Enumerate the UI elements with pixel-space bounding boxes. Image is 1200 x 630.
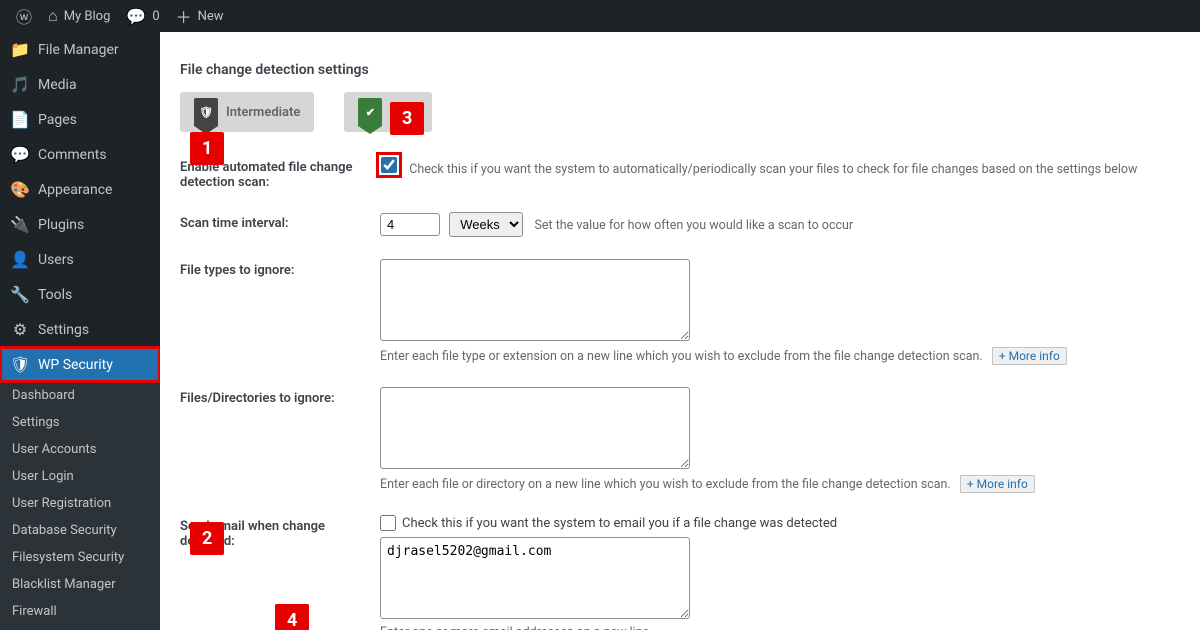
page-icon: 📄 <box>10 110 30 129</box>
section-title: File change detection settings <box>180 62 1180 78</box>
site-name[interactable]: ⌂ My Blog <box>40 0 118 32</box>
filetypes-desc: Enter each file type or extension on a n… <box>380 349 983 364</box>
email-label: Send email when change detected: <box>180 515 380 549</box>
sub-blacklist-manager[interactable]: Blacklist Manager <box>0 571 160 598</box>
home-icon: ⌂ <box>48 6 58 26</box>
sub-firewall[interactable]: Firewall <box>0 598 160 625</box>
badge-score: ✔ 0/20 <box>344 92 431 132</box>
badge-level: 🛡 Intermediate <box>180 92 314 132</box>
admin-sidebar: 📁 File Manager 🎵 Media 📄 Pages 💬 Comments 🎨 A… <box>0 32 160 630</box>
shield-green-icon: ✔ <box>358 98 382 126</box>
menu-comments[interactable]: 💬 Comments <box>0 137 160 172</box>
wordpress-icon: ⓦ <box>16 4 32 28</box>
sub-user-registration[interactable]: User Registration <box>0 490 160 517</box>
email-cb-label: Check this if you want the system to ema… <box>402 516 837 531</box>
menu-label: Comments <box>38 147 107 163</box>
sub-settings[interactable]: Settings <box>0 409 160 436</box>
row-email: Send email when change detected: Check t… <box>180 515 1180 630</box>
filetypes-textarea[interactable] <box>380 259 690 341</box>
row-scan-interval: Scan time interval: Weeks Set the value … <box>180 212 1180 237</box>
gear-icon: ⚙ <box>10 320 30 339</box>
interval-input[interactable] <box>380 213 440 236</box>
menu-media[interactable]: 🎵 Media <box>0 67 160 102</box>
menu-label: File Manager <box>38 42 119 58</box>
enable-scan-desc: Check this if you want the system to aut… <box>409 162 1137 177</box>
menu-label: Appearance <box>38 182 112 198</box>
media-icon: 🎵 <box>10 75 30 94</box>
menu-file-manager[interactable]: 📁 File Manager <box>0 32 160 67</box>
menu-label: WP Security <box>38 357 113 373</box>
dirs-desc: Enter each file or directory on a new li… <box>380 477 951 492</box>
user-icon: 👤 <box>10 250 30 269</box>
comments-link[interactable]: 💬0 <box>118 0 167 32</box>
dirs-more-info[interactable]: + More info <box>960 475 1035 493</box>
brush-icon: 🎨 <box>10 180 30 199</box>
menu-users[interactable]: 👤 Users <box>0 242 160 277</box>
filetypes-label: File types to ignore: <box>180 259 380 278</box>
wrench-icon: 🔧 <box>10 285 30 304</box>
menu-tools[interactable]: 🔧 Tools <box>0 277 160 312</box>
sub-user-login[interactable]: User Login <box>0 463 160 490</box>
shield-icon: 🛡 <box>10 355 30 374</box>
row-filetypes: File types to ignore: Enter each file ty… <box>180 259 1180 365</box>
menu-settings[interactable]: ⚙ Settings <box>0 312 160 347</box>
security-badges: 🛡 Intermediate ✔ 0/20 <box>180 92 1180 132</box>
plus-icon: ＋ <box>176 4 192 28</box>
menu-wp-security[interactable]: 🛡 WP Security <box>0 347 160 382</box>
shield-grey-icon: 🛡 <box>194 98 218 126</box>
badge-level-text: Intermediate <box>226 105 300 120</box>
interval-label: Scan time interval: <box>180 212 380 231</box>
badge-score-text: 0/20 <box>390 105 417 120</box>
row-dirs: Files/Directories to ignore: Enter each … <box>180 387 1180 493</box>
site-name-label: My Blog <box>64 9 111 24</box>
enable-scan-label: Enable automated file change detection s… <box>180 156 380 190</box>
sub-brute-force[interactable]: Brute Force <box>0 625 160 630</box>
email-textarea[interactable]: djrasel5202@gmail.com <box>380 537 690 619</box>
wp-security-submenu: Dashboard Settings User Accounts User Lo… <box>0 382 160 630</box>
menu-label: Settings <box>38 322 89 338</box>
menu-label: Plugins <box>38 217 84 233</box>
comment-icon: 💬 <box>126 7 146 26</box>
menu-label: Users <box>38 252 74 268</box>
comments-count: 0 <box>152 9 159 24</box>
plugin-icon: 🔌 <box>10 215 30 234</box>
sub-filesystem-security[interactable]: Filesystem Security <box>0 544 160 571</box>
menu-label: Tools <box>38 287 72 303</box>
folder-icon: 📁 <box>10 40 30 59</box>
email-checkbox[interactable] <box>380 515 396 531</box>
email-desc: Enter one or more email addresses on a n… <box>380 625 1180 630</box>
row-enable-scan: Enable automated file change detection s… <box>180 156 1180 190</box>
wp-logo[interactable]: ⓦ <box>8 0 40 32</box>
menu-label: Media <box>38 77 77 93</box>
dirs-textarea[interactable] <box>380 387 690 469</box>
enable-scan-checkbox[interactable] <box>381 157 397 173</box>
comment-icon: 💬 <box>10 145 30 164</box>
filetypes-more-info[interactable]: + More info <box>992 347 1067 365</box>
sub-user-accounts[interactable]: User Accounts <box>0 436 160 463</box>
menu-appearance[interactable]: 🎨 Appearance <box>0 172 160 207</box>
new-content[interactable]: ＋ New <box>168 0 232 32</box>
new-label: New <box>198 9 224 24</box>
menu-pages[interactable]: 📄 Pages <box>0 102 160 137</box>
enable-checkbox-highlight <box>380 156 398 174</box>
interval-unit-select[interactable]: Weeks <box>449 212 523 237</box>
dirs-label: Files/Directories to ignore: <box>180 387 380 406</box>
settings-panel: File change detection settings 🛡 Intermed… <box>160 32 1200 630</box>
menu-plugins[interactable]: 🔌 Plugins <box>0 207 160 242</box>
sub-database-security[interactable]: Database Security <box>0 517 160 544</box>
sub-dashboard[interactable]: Dashboard <box>0 382 160 409</box>
interval-desc: Set the value for how often you would li… <box>534 218 853 233</box>
menu-label: Pages <box>38 112 77 128</box>
admin-bar: ⓦ ⌂My Blog 💬0 ＋New <box>0 0 1200 32</box>
